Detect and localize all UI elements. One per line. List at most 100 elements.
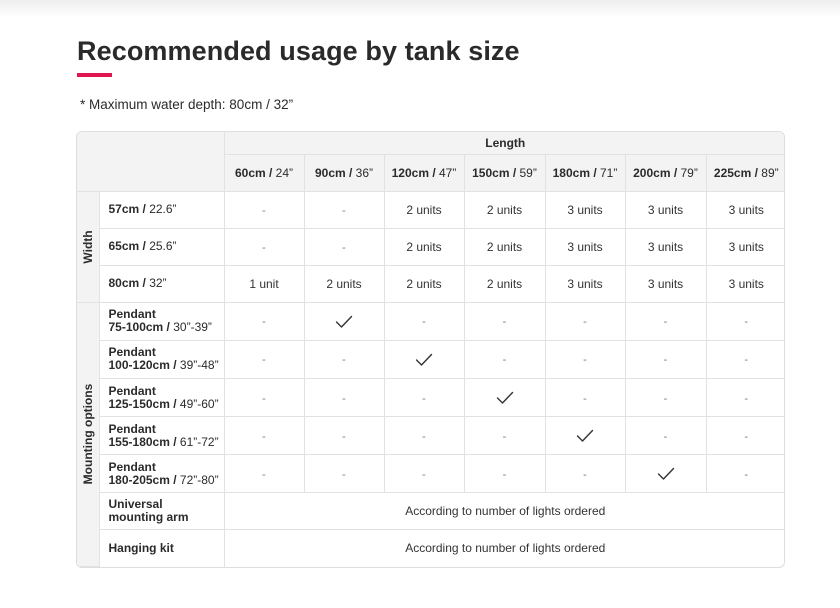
unit-count: 2 units	[406, 276, 442, 291]
empty-dash: -	[342, 241, 346, 254]
empty-dash: -	[262, 468, 266, 481]
empty-dash: -	[262, 204, 266, 217]
empty-dash: -	[262, 241, 266, 254]
table-cell: 2 units	[463, 264, 546, 303]
table-cell: 3 units	[624, 190, 707, 229]
unit-count: 3 units	[567, 276, 603, 291]
unit-count: 2 units	[406, 202, 442, 217]
label-metric: 57cm /	[108, 202, 146, 217]
column-header: 180cm / 71”	[544, 153, 626, 192]
empty-dash: -	[663, 430, 668, 443]
row-label: Pendant 155-180cm / 61”-72”	[99, 416, 225, 456]
column-header: 225cm / 89”	[705, 153, 784, 192]
label-imperial: 30”-39”	[169, 320, 212, 335]
table-cell: -	[624, 339, 707, 380]
empty-dash: -	[342, 204, 346, 217]
unit-count: 3 units	[567, 239, 603, 254]
label-line1: Pendant	[108, 421, 156, 436]
table-cell: -	[223, 378, 305, 418]
mounting-arm-row: Universal mounting arm According to number…	[77, 492, 784, 531]
table-cell: -	[463, 339, 546, 380]
empty-dash: -	[342, 430, 346, 443]
table-cell: 2 units	[383, 190, 465, 229]
empty-dash: -	[502, 316, 507, 329]
table-cell: 2 units	[383, 264, 465, 303]
table-cell: 3 units	[705, 227, 784, 266]
label-metric: 155-180cm /	[108, 434, 177, 449]
width-group-label: Width	[80, 230, 95, 264]
label-metric: 75-100cm /	[108, 320, 170, 335]
label-metric: 120cm /	[391, 165, 436, 180]
label-metric: 125-150cm /	[108, 396, 177, 411]
empty-dash: -	[502, 354, 507, 367]
unit-count: 2 units	[486, 239, 523, 254]
title-accent-bar	[77, 73, 112, 77]
label-imperial: 32”	[145, 276, 167, 291]
label-imperial: 39”-48”	[176, 358, 219, 373]
empty-dash: -	[663, 316, 668, 329]
table-cell: 3 units	[544, 264, 626, 303]
table-cell: -	[705, 416, 784, 456]
unit-count: 3 units	[647, 276, 684, 291]
checkmark-icon	[415, 352, 433, 366]
width-group-cell: Width	[77, 190, 100, 303]
table-cell: 3 units	[544, 227, 626, 266]
label-line1: Hanging kit	[108, 540, 174, 555]
label-imperial: 61”-72”	[176, 434, 219, 449]
max-depth-note: * Maximum water depth: 80cm / 32”	[80, 97, 294, 112]
label-imperial: 71”	[596, 165, 618, 180]
empty-dash: -	[744, 316, 749, 329]
label-metric: 200cm /	[633, 165, 678, 180]
table-cell: -	[705, 339, 784, 380]
table-cell: -	[463, 416, 546, 456]
table-cell: 2 units	[383, 227, 465, 266]
empty-dash: -	[422, 392, 426, 405]
table-cell: -	[383, 454, 465, 494]
length-header: Length	[223, 132, 784, 155]
label-line1: Pendant	[108, 459, 156, 474]
label-line1: Pendant	[108, 383, 156, 398]
table-cell: -	[303, 227, 385, 266]
column-header: 60cm / 24”	[224, 153, 305, 192]
label-metric: 80cm /	[108, 276, 146, 291]
length-header-row: Length	[77, 132, 784, 192]
unit-count: 3 units	[728, 239, 764, 254]
width-row: 65cm / 25.6” - - 2 units 2 units 3 units 3 uni…	[77, 227, 784, 266]
table-cell: -	[705, 301, 784, 341]
width-row: 80cm / 32” 1 unit 2 units 2 units 2 units 3 u…	[77, 264, 784, 303]
table-cell	[544, 416, 626, 456]
column-header: 120cm / 47”	[383, 153, 465, 192]
row-label: 65cm / 25.6”	[99, 227, 225, 266]
label-imperial: 25.6”	[145, 239, 177, 254]
empty-dash: -	[583, 392, 587, 405]
table-cell	[303, 301, 385, 341]
table-cell: -	[303, 454, 385, 494]
label-metric: 180-205cm /	[108, 472, 177, 487]
table-cell: -	[624, 416, 707, 456]
empty-dash: -	[422, 430, 426, 443]
empty-dash: -	[342, 392, 346, 405]
table-cell: -	[624, 301, 707, 341]
label-metric: 150cm /	[472, 165, 517, 180]
table-cell: 3 units	[705, 190, 784, 229]
label-imperial: 72”-80”	[176, 472, 219, 487]
row-label: Universal mounting arm	[99, 492, 225, 531]
mounting-group-label: Mounting options	[80, 384, 95, 485]
label-imperial: 49”-60”	[176, 396, 219, 411]
label-metric: 90cm /	[314, 165, 353, 180]
label-metric: 100-120cm /	[108, 358, 177, 373]
row-label: Pendant 180-205cm / 72”-80”	[99, 454, 225, 494]
table-cell: 3 units	[624, 227, 707, 266]
hanging-kit-row: Hanging kit According to number of lights…	[77, 529, 784, 567]
checkmark-icon	[496, 390, 514, 404]
table-cell: 1 unit	[223, 264, 305, 303]
column-header: 200cm / 79”	[624, 153, 707, 192]
unit-count: 2 units	[406, 239, 442, 254]
column-header: 90cm / 36”	[303, 153, 385, 192]
table-cell: -	[223, 454, 305, 494]
empty-dash: -	[342, 468, 346, 481]
unit-count: 2 units	[486, 202, 523, 217]
table-cell: -	[223, 339, 305, 380]
empty-dash: -	[502, 430, 507, 443]
label-line1: Universal	[108, 497, 163, 512]
